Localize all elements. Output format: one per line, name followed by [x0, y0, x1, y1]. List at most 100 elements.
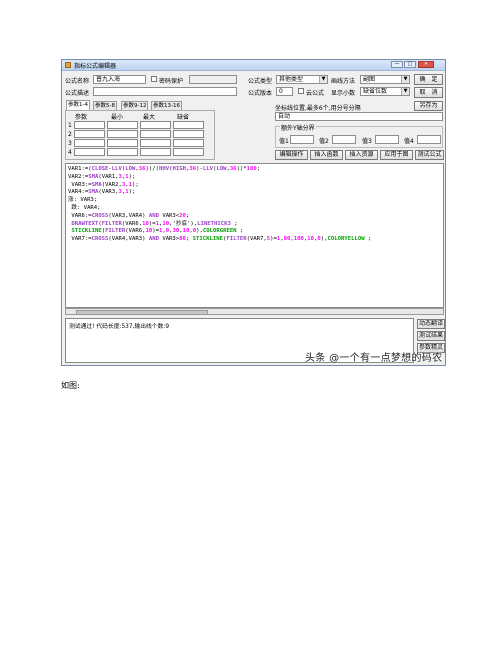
formula-type-value: 其他类型 [279, 76, 304, 83]
tab-params-1-4[interactable]: 参数1-4 [66, 100, 90, 110]
code-token: (VAR4,VAR3) [108, 236, 149, 243]
test-result-button[interactable]: 测试结果 [417, 331, 445, 341]
param-1-max-input[interactable] [140, 121, 171, 129]
code-token: AND [148, 212, 159, 219]
param-3-max-input[interactable] [140, 139, 171, 147]
code-token: 10 [142, 220, 149, 227]
code-token: )- [196, 166, 203, 172]
code-token: 36 [138, 166, 146, 172]
axis-value-2-input[interactable] [332, 135, 356, 144]
param-header-min: 最小 [111, 114, 124, 121]
password-input[interactable] [189, 75, 237, 84]
param-4-default-input[interactable] [173, 148, 204, 156]
param-1-default-input[interactable] [173, 121, 204, 129]
formula-desc-input[interactable] [93, 87, 237, 96]
param-row-number: 1 [68, 122, 72, 129]
edit-operation-button[interactable]: 编辑操作 [275, 150, 308, 160]
param-3-min-input[interactable] [107, 139, 138, 147]
code-token: FILTER [101, 220, 122, 227]
ok-button[interactable]: 确 定 [414, 74, 443, 85]
param-row-number: 3 [68, 140, 72, 147]
code-token: STICKLINE [68, 228, 102, 235]
param-1-name-input[interactable] [74, 121, 105, 129]
code-token: )= [270, 236, 277, 243]
scrollbar-thumb[interactable] [76, 310, 208, 315]
code-token: ; [364, 236, 372, 243]
code-line: VAR3:=SMA(VAR2,3,1); [68, 182, 371, 190]
draw-method-select[interactable]: 副图 ▼ [360, 75, 410, 84]
extra-y-axis-title: 额外Y轴分界 [280, 123, 316, 132]
code-token: ), [196, 228, 203, 235]
caption-text: 如图: [61, 381, 80, 390]
param-4-name-input[interactable] [74, 148, 105, 156]
code-text: VAR1:=(CLOSE-LLV(LOW,36))/(HHV(HIGH,36)-… [68, 166, 371, 244]
code-line: 涨: VAR3; [68, 197, 371, 205]
insert-resource-button[interactable]: 插入资源 [345, 150, 378, 160]
code-token: SMA [91, 181, 102, 188]
code-token: DRAWTEXT [68, 220, 99, 227]
formula-desc-label: 公式描述 [65, 90, 90, 97]
param-3-default-input[interactable] [173, 139, 204, 147]
tab-params-13-16[interactable]: 参数13-16 [151, 101, 182, 110]
code-token: (VAR3,VAR4) [108, 212, 149, 219]
code-token: ,'抄底'), [169, 220, 198, 227]
axis-value-3-label: 值3 [362, 138, 372, 145]
axis-value-1-input[interactable] [290, 135, 314, 144]
cancel-button[interactable]: 取 消 [414, 87, 443, 98]
title-bar: 指标公式编辑器 — □ ✕ [62, 60, 445, 71]
param-header-default: 缺省 [177, 114, 190, 121]
param-1-min-input[interactable] [107, 121, 138, 129]
params-panel: 参数 最小 最大 缺省 1 2 3 4 [65, 110, 215, 160]
minimize-button[interactable]: — [391, 61, 403, 68]
code-token: ))/( [145, 166, 159, 172]
code-token: )= [148, 220, 156, 227]
code-token: ; [230, 220, 238, 227]
code-line: STICKLINE(FILTER(VAR6,10)=1,0,30,10,0),C… [68, 228, 371, 236]
tab-params-5-8[interactable]: 参数5-8 [93, 101, 117, 110]
window-title: 指标公式编辑器 [74, 63, 117, 70]
code-token: (VAR7, [246, 236, 267, 243]
axis-value-4-input[interactable] [417, 135, 441, 144]
horizontal-scrollbar[interactable] [65, 308, 444, 315]
password-checkbox[interactable] [151, 76, 157, 82]
param-4-max-input[interactable] [140, 148, 171, 156]
cloud-formula-checkbox[interactable] [298, 88, 304, 94]
code-token: ; [256, 166, 261, 172]
code-token: STICKLINE [192, 236, 223, 243]
code-token: LINETHICK3 [197, 220, 231, 227]
axis-position-label: 坐标线位置,最多6个,用分号分隔 [275, 105, 361, 112]
code-editor[interactable]: VAR1:=(CLOSE-LLV(LOW,36))/(HHV(HIGH,36)-… [65, 163, 444, 308]
code-token: )= [152, 228, 159, 235]
param-header-max: 最大 [143, 114, 156, 121]
param-2-max-input[interactable] [140, 130, 171, 138]
dynamic-translate-button[interactable]: 动态翻译 [417, 319, 445, 329]
formula-name-input[interactable]: 普九入海 [93, 75, 146, 84]
code-token: (VAR2, [101, 181, 122, 188]
test-formula-button[interactable]: 测试公式 [415, 150, 444, 160]
decimal-select[interactable]: 缺省位数 ▼ [360, 87, 410, 96]
param-2-min-input[interactable] [107, 130, 138, 138]
draw-method-label: 画线方法 [331, 78, 356, 85]
tab-params-9-12[interactable]: 参数9-12 [121, 101, 149, 110]
maximize-button[interactable]: □ [404, 61, 416, 68]
param-2-name-input[interactable] [74, 130, 105, 138]
axis-value-3-input[interactable] [375, 135, 399, 144]
code-token: LLV [202, 166, 213, 172]
param-3-name-input[interactable] [74, 139, 105, 147]
formula-version-input[interactable]: 0 [276, 87, 293, 96]
apply-to-chart-button[interactable]: 应用于图 [380, 150, 413, 160]
param-4-min-input[interactable] [107, 148, 138, 156]
param-2-default-input[interactable] [173, 130, 204, 138]
insert-function-button[interactable]: 插入函数 [310, 150, 343, 160]
code-token: ; [236, 228, 244, 235]
code-token: VAR4:= [68, 189, 89, 196]
code-token: FILTER [105, 228, 126, 235]
close-button[interactable]: ✕ [418, 61, 434, 68]
save-as-button[interactable]: 另存为 [414, 101, 443, 111]
code-token: SMA [88, 173, 99, 180]
axis-position-input[interactable]: 自动 [275, 112, 443, 121]
code-token: CROSS [91, 212, 109, 219]
status-message: 测试通过! 代码长度:537,输出线个数:9 [69, 324, 170, 330]
formula-type-select[interactable]: 其他类型 ▼ [276, 75, 328, 84]
code-token: AND [148, 236, 159, 243]
